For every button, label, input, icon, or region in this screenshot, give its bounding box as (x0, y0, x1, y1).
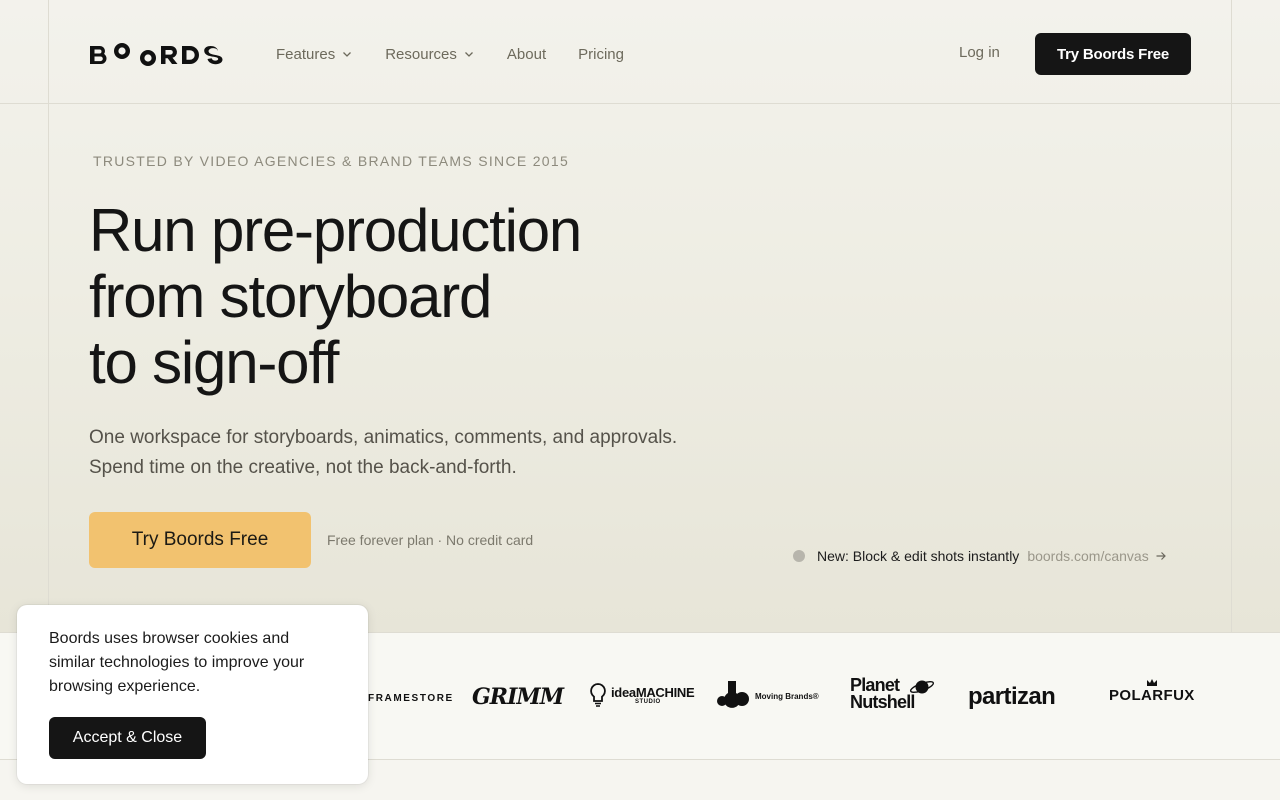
crown-icon (1146, 679, 1157, 686)
headline-line: from storyboard (89, 263, 492, 330)
grimm-logo: GRIMM (472, 684, 564, 710)
boords-logo[interactable] (89, 42, 231, 66)
ideamachine-wordmark: ideaMACHINE STUDIO (611, 684, 695, 705)
framestore-logo: FRAMESTORE (368, 693, 454, 704)
nav-item-label: Pricing (578, 45, 624, 63)
nav-item-about[interactable]: About (507, 46, 546, 63)
subtext-line: Spend time on the creative, not the back… (89, 457, 517, 478)
page: Features Resources About Pricing Log in … (0, 0, 1280, 800)
news-link-label: boords.com/canvas (1027, 548, 1149, 564)
cookie-banner: Boords uses browser cookies and similar … (17, 605, 368, 784)
polarfux-wordmark: POLARFUX (1109, 687, 1195, 704)
planet-nutshell-logo: Planet Nutshell (850, 676, 935, 713)
boords-logo-mark (90, 43, 223, 66)
nav-item-pricing[interactable]: Pricing (578, 46, 624, 63)
nav-item-label: Features (276, 45, 336, 63)
login-link[interactable]: Log in (959, 44, 1000, 61)
nav-item-resources[interactable]: Resources (385, 46, 475, 63)
main-nav: Features Resources About Pricing (276, 44, 656, 64)
moving-brands-logo: Moving Brands® (716, 679, 819, 713)
headline-line: Run pre-production (89, 197, 582, 264)
ideamachine-sub: STUDIO (635, 698, 661, 705)
partizan-logo: partizan (968, 683, 1056, 710)
news-link[interactable]: boords.com/canvas (1027, 548, 1166, 564)
moving-brands-mark-icon (717, 681, 749, 708)
news-text: New: Block & edit shots instantly (817, 548, 1020, 564)
nav-item-label: Resources (385, 45, 457, 63)
ideamachine-logo: ideaMACHINE STUDIO (589, 682, 695, 708)
cookie-message: Boords uses browser cookies and similar … (49, 630, 305, 695)
polarfux-logo: POLARFUX (1109, 678, 1195, 704)
planet-icon (909, 680, 934, 694)
header-try-free-button[interactable]: Try Boords Free (1035, 33, 1191, 75)
moving-brands-wordmark: Moving Brands® (755, 691, 819, 701)
chevron-down-icon (343, 52, 352, 57)
ideamachine-name: ideaMACHINE (611, 684, 695, 700)
hero-eyebrow: TRUSTED BY VIDEO AGENCIES & BRAND TEAMS … (93, 153, 570, 169)
lightbulb-icon (590, 683, 606, 707)
hero-cta-note: Free forever plan · No credit card (327, 532, 534, 548)
headline-line: to sign-off (89, 329, 339, 396)
chevron-down-icon (464, 52, 473, 57)
accept-close-button[interactable]: Accept & Close (49, 717, 206, 759)
hero-subtext: One workspace for storyboards, animatics… (89, 423, 789, 483)
hero-headline: Run pre-production from storyboard to si… (89, 198, 789, 396)
subtext-line: One workspace for storyboards, animatics… (89, 427, 678, 448)
planet-nutshell-line: Nutshell (850, 692, 915, 713)
status-dot-icon (793, 550, 805, 562)
nav-item-label: About (506, 45, 547, 63)
planet-nutshell-wordmark: Planet Nutshell (850, 676, 915, 713)
site-header: Features Resources About Pricing Log in … (0, 0, 1280, 104)
hero-try-free-button[interactable]: Try Boords Free (89, 512, 311, 568)
nav-item-features[interactable]: Features (276, 46, 353, 63)
arrow-right-icon (1156, 552, 1166, 560)
news-announcement: New: Block & edit shots instantly boords… (793, 547, 1167, 565)
